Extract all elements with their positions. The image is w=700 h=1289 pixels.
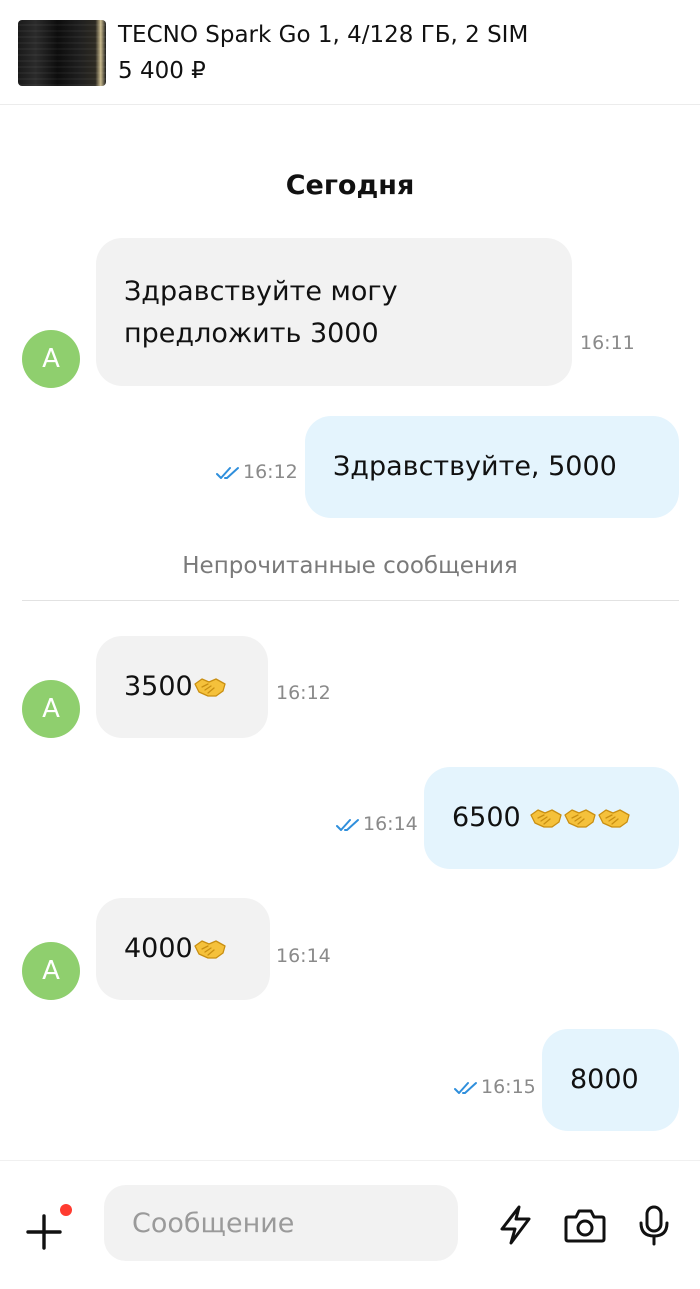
listing-header[interactable]: TECNO Spark Go 1, 4/128 ГБ, 2 SIM 5 400 … — [0, 0, 700, 105]
handshake-emoji-icon — [529, 807, 563, 829]
camera-icon — [564, 1209, 606, 1243]
message-time: 16:12 — [243, 461, 298, 483]
unread-messages-separator: Непрочитанные сообщения — [182, 553, 518, 579]
notification-dot — [60, 1204, 72, 1216]
message-text-line: Здравствуйте могу — [124, 276, 398, 307]
incoming-message[interactable]: Здравствуйте могу предложить 3000 — [96, 238, 572, 386]
handshake-emoji-icon — [193, 938, 227, 960]
message-time: 16:15 — [481, 1076, 536, 1098]
date-separator: Сегодня — [285, 170, 415, 201]
message-time: 16:14 — [276, 945, 331, 967]
message-time: 16:14 — [363, 813, 418, 835]
outgoing-message[interactable]: 6500 — [424, 767, 679, 869]
double-check-icon — [454, 1081, 478, 1095]
message-time: 16:11 — [580, 332, 635, 354]
double-check-icon — [336, 818, 360, 832]
message-text: 8000 — [570, 1064, 639, 1095]
microphone-icon — [639, 1205, 669, 1246]
handshake-emoji-icon — [563, 807, 597, 829]
product-thumbnail[interactable] — [18, 20, 106, 86]
sender-avatar[interactable]: A — [22, 330, 80, 388]
sender-avatar[interactable]: A — [22, 942, 80, 1000]
message-text: 6500 — [452, 802, 530, 833]
listing-title: TECNO Spark Go 1, 4/128 ГБ, 2 SIM — [118, 22, 529, 48]
message-composer — [0, 1160, 700, 1289]
handshake-emoji-icon — [193, 676, 227, 698]
double-check-icon — [216, 466, 240, 480]
message-text: 4000 — [124, 933, 193, 964]
message-text: Здравствуйте, 5000 — [333, 451, 617, 482]
divider — [22, 600, 679, 601]
incoming-message[interactable]: 4000 — [96, 898, 270, 1000]
message-text-line: предложить 3000 — [124, 318, 379, 349]
quick-replies-button[interactable] — [494, 1203, 538, 1247]
message-status: 16:15 — [454, 1076, 536, 1098]
voice-message-button[interactable] — [632, 1203, 676, 1247]
incoming-message[interactable]: 3500 — [96, 636, 268, 738]
sender-avatar[interactable]: A — [22, 680, 80, 738]
message-status: 16:12 — [216, 461, 298, 483]
outgoing-message[interactable]: Здравствуйте, 5000 — [305, 416, 679, 518]
handshake-emoji-icon — [597, 807, 631, 829]
listing-price: 5 400 ₽ — [118, 58, 206, 84]
message-text: 3500 — [124, 671, 193, 702]
message-status: 16:14 — [336, 813, 418, 835]
message-time: 16:12 — [276, 682, 331, 704]
camera-button[interactable] — [563, 1203, 607, 1247]
outgoing-message[interactable]: 8000 — [542, 1029, 679, 1131]
lightning-icon — [500, 1205, 531, 1245]
attach-button[interactable] — [22, 1204, 72, 1254]
message-input[interactable] — [104, 1185, 458, 1261]
